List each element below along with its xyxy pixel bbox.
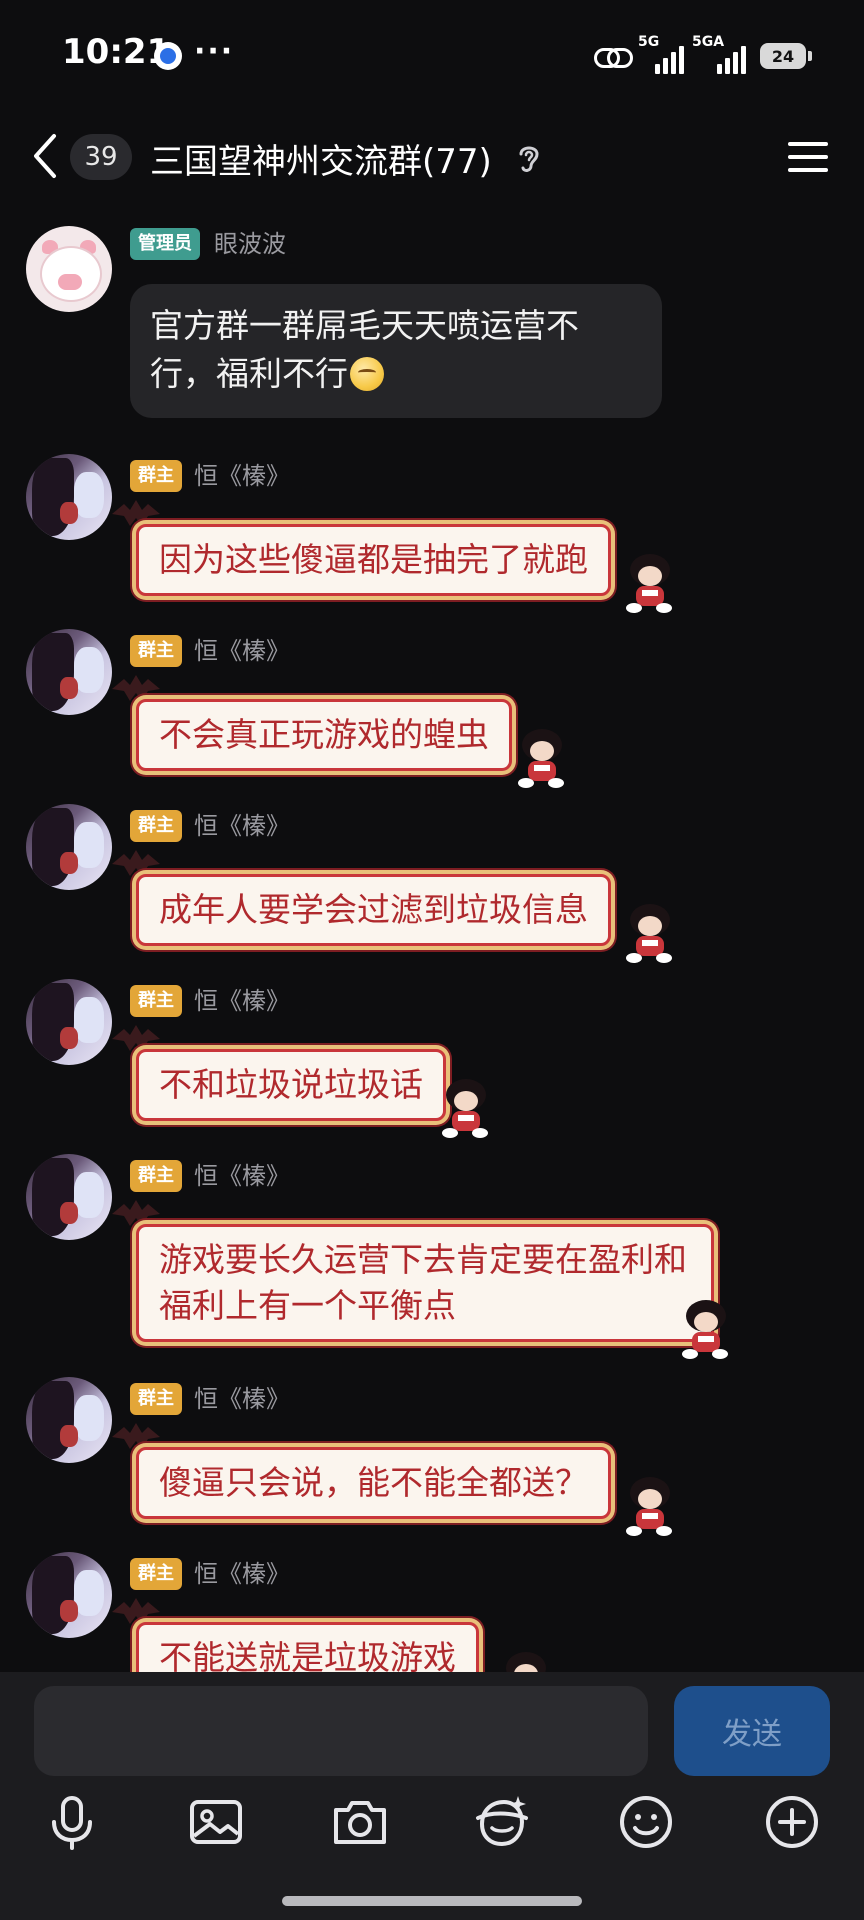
confused-face-emoji-icon bbox=[350, 357, 384, 391]
message-item: 群主 恒《榛》 不会真正玩游戏的蝗虫 bbox=[0, 629, 864, 789]
ai-face-icon bbox=[476, 1796, 528, 1847]
chevron-left-icon bbox=[34, 134, 56, 178]
message-bubble[interactable]: 游戏要长久运营下去肯定要在盈利和福利上有一个平衡点 bbox=[136, 1224, 714, 1342]
message-item: 群主 恒《榛》 游戏要长久运营下去肯定要在盈利和福利上有一个平衡点 bbox=[0, 1154, 864, 1364]
owner-role-badge: 群主 bbox=[130, 1383, 182, 1415]
message-input[interactable] bbox=[34, 1686, 648, 1776]
image-icon bbox=[190, 1800, 242, 1844]
message-item: 群主 恒《榛》 不能送就是垃圾游戏 bbox=[0, 1552, 864, 1672]
input-toolbar bbox=[0, 1790, 864, 1874]
more-button[interactable] bbox=[760, 1790, 824, 1854]
camera-icon bbox=[334, 1801, 386, 1844]
sender-name[interactable]: 恒《榛》 bbox=[194, 1383, 290, 1415]
microphone-icon bbox=[52, 1796, 92, 1850]
signal-5ga: 5GA bbox=[692, 34, 746, 74]
ear-mode-icon[interactable] bbox=[514, 140, 544, 176]
chibi-decoration-icon bbox=[626, 1477, 672, 1536]
back-button[interactable] bbox=[26, 130, 66, 182]
signal-5ga-label: 5GA bbox=[692, 34, 725, 50]
status-bar: 10:21 ··· 5G 5GA 24 bbox=[0, 0, 864, 110]
input-area: 发送 bbox=[0, 1672, 864, 1920]
signal-bars-icon bbox=[652, 46, 684, 74]
message-bubble[interactable]: 因为这些傻逼都是抽完了就跑 bbox=[136, 524, 611, 596]
image-button[interactable] bbox=[184, 1790, 248, 1854]
message-item: 群主 恒《榛》 因为这些傻逼都是抽完了就跑 bbox=[0, 454, 864, 614]
signal-5g: 5G bbox=[638, 34, 684, 74]
message-bubble[interactable]: 傻逼只会说，能不能全都送？ bbox=[136, 1447, 611, 1519]
avatar[interactable] bbox=[26, 979, 112, 1065]
ai-avatar-button[interactable] bbox=[470, 1790, 534, 1854]
send-button[interactable]: 发送 bbox=[674, 1686, 830, 1776]
message-item: 群主 恒《榛》 成年人要学会过滤到垃圾信息 bbox=[0, 804, 864, 964]
voice-button[interactable] bbox=[40, 1790, 104, 1854]
message-item: 群主 恒《榛》 不和垃圾说垃圾话 bbox=[0, 979, 864, 1139]
plus-icon bbox=[766, 1796, 818, 1848]
owner-role-badge: 群主 bbox=[130, 460, 182, 492]
avatar[interactable] bbox=[26, 629, 112, 715]
message-list[interactable]: 管理员 眼波波 官方群一群屌毛天天喷运营不行，福利不行 群主 恒《榛》 因为这些… bbox=[0, 204, 864, 1672]
avatar[interactable] bbox=[26, 1552, 112, 1638]
battery-icon: 24 bbox=[760, 43, 812, 69]
avatar[interactable] bbox=[26, 226, 112, 312]
more-notifications-icon: ··· bbox=[194, 34, 235, 69]
app-notification-icon bbox=[154, 42, 182, 70]
emoji-button[interactable] bbox=[614, 1790, 678, 1854]
message-bubble[interactable]: 官方群一群屌毛天天喷运营不行，福利不行 bbox=[130, 284, 662, 418]
chibi-decoration-icon bbox=[626, 554, 672, 613]
sender-name[interactable]: 恒《榛》 bbox=[194, 1160, 290, 1192]
sender-name[interactable]: 眼波波 bbox=[214, 228, 286, 260]
status-indicators: 5G 5GA 24 bbox=[594, 34, 812, 76]
sender-name[interactable]: 恒《榛》 bbox=[194, 1558, 290, 1590]
chibi-decoration-icon bbox=[442, 1079, 488, 1138]
message-item: 管理员 眼波波 官方群一群屌毛天天喷运营不行，福利不行 bbox=[0, 204, 864, 424]
message-bubble[interactable]: 不和垃圾说垃圾话 bbox=[136, 1049, 446, 1121]
owner-role-badge: 群主 bbox=[130, 1160, 182, 1192]
menu-icon bbox=[788, 142, 828, 146]
owner-role-badge: 群主 bbox=[130, 1558, 182, 1590]
owner-role-badge: 群主 bbox=[130, 635, 182, 667]
owner-role-badge: 群主 bbox=[130, 810, 182, 842]
chibi-decoration-icon bbox=[682, 1300, 728, 1359]
hotspot-link-icon bbox=[594, 46, 633, 68]
avatar[interactable] bbox=[26, 1154, 112, 1240]
sender-name[interactable]: 恒《榛》 bbox=[194, 985, 290, 1017]
chibi-decoration-icon bbox=[506, 1652, 546, 1672]
avatar[interactable] bbox=[26, 1377, 112, 1463]
sender-name[interactable]: 恒《榛》 bbox=[194, 460, 290, 492]
signal-bars-icon bbox=[714, 46, 746, 74]
message-bubble[interactable]: 不会真正玩游戏的蝗虫 bbox=[136, 699, 512, 771]
signal-5g-label: 5G bbox=[638, 34, 660, 50]
unread-count-badge[interactable]: 39 bbox=[70, 134, 132, 180]
sender-name[interactable]: 恒《榛》 bbox=[194, 635, 290, 667]
sender-name[interactable]: 恒《榛》 bbox=[194, 810, 290, 842]
chat-header: 39 三国望神州交流群(77) bbox=[0, 110, 864, 204]
message-bubble[interactable]: 成年人要学会过滤到垃圾信息 bbox=[136, 874, 611, 946]
emoji-icon bbox=[620, 1796, 672, 1848]
chibi-decoration-icon bbox=[626, 904, 672, 963]
chat-title[interactable]: 三国望神州交流群(77) bbox=[150, 134, 492, 183]
admin-role-badge: 管理员 bbox=[130, 228, 200, 260]
avatar[interactable] bbox=[26, 454, 112, 540]
home-indicator[interactable] bbox=[282, 1896, 582, 1906]
camera-button[interactable] bbox=[328, 1790, 392, 1854]
menu-button[interactable] bbox=[788, 136, 830, 178]
owner-role-badge: 群主 bbox=[130, 985, 182, 1017]
message-bubble[interactable]: 不能送就是垃圾游戏 bbox=[136, 1622, 479, 1672]
chibi-decoration-icon bbox=[518, 729, 564, 788]
message-item: 群主 恒《榛》 傻逼只会说，能不能全都送？ bbox=[0, 1377, 864, 1537]
avatar[interactable] bbox=[26, 804, 112, 890]
